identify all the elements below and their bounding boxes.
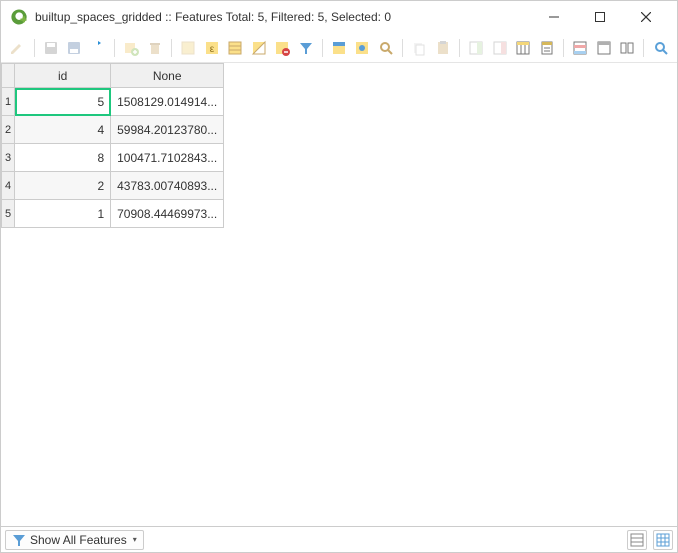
conditional-format-icon[interactable] xyxy=(570,37,591,59)
column-header-id[interactable]: id xyxy=(15,64,111,88)
row-number[interactable]: 1 xyxy=(2,88,15,116)
row-number[interactable]: 5 xyxy=(2,200,15,228)
filter-icon[interactable] xyxy=(295,37,316,59)
cell-id[interactable]: 8 xyxy=(15,144,111,172)
delete-selected-icon[interactable] xyxy=(144,37,165,59)
zoom-to-selected-icon[interactable] xyxy=(376,37,397,59)
corner-header[interactable] xyxy=(2,64,15,88)
window-controls xyxy=(531,2,669,32)
cell-id[interactable]: 2 xyxy=(15,172,111,200)
dock-icon[interactable] xyxy=(617,37,638,59)
row-number[interactable]: 3 xyxy=(2,144,15,172)
organize-columns-icon[interactable] xyxy=(513,37,534,59)
add-feature-icon[interactable] xyxy=(121,37,142,59)
attribute-table-window: builtup_spaces_gridded :: Features Total… xyxy=(0,0,678,553)
filter-mode-button[interactable]: Show All Features ▾ xyxy=(5,530,144,550)
new-column-icon[interactable] xyxy=(466,37,487,59)
zoom-icon[interactable] xyxy=(650,37,671,59)
toolbar-separator xyxy=(563,39,564,57)
table-row[interactable]: 151508129.014914... xyxy=(2,88,224,116)
select-expression-icon[interactable]: ε xyxy=(201,37,222,59)
filter-mode-label: Show All Features xyxy=(30,533,127,547)
select-all-icon[interactable] xyxy=(225,37,246,59)
toolbar-separator xyxy=(459,39,460,57)
pan-to-selected-icon[interactable] xyxy=(352,37,373,59)
minimize-button[interactable] xyxy=(531,2,577,32)
form-view-icon[interactable] xyxy=(627,530,647,550)
cell-id[interactable]: 1 xyxy=(15,200,111,228)
move-top-icon[interactable] xyxy=(329,37,350,59)
cell-value[interactable]: 70908.44469973... xyxy=(111,200,224,228)
statusbar: Show All Features ▾ xyxy=(1,526,677,552)
table-view-icon[interactable] xyxy=(653,530,673,550)
cell-id[interactable]: 5 xyxy=(15,88,111,116)
close-button[interactable] xyxy=(623,2,669,32)
table-area: id None 151508129.014914...2459984.20123… xyxy=(1,63,677,526)
cell-value[interactable]: 43783.00740893... xyxy=(111,172,224,200)
table-row[interactable]: 2459984.20123780... xyxy=(2,116,224,144)
dropdown-arrow-icon: ▾ xyxy=(133,535,137,544)
save-icon[interactable] xyxy=(64,37,85,59)
toolbar-separator xyxy=(114,39,115,57)
toolbar-separator xyxy=(171,39,172,57)
edit-pencil-icon[interactable] xyxy=(7,37,28,59)
toolbar-separator xyxy=(643,39,644,57)
table-row[interactable]: 5170908.44469973... xyxy=(2,200,224,228)
reload-icon[interactable] xyxy=(87,37,108,59)
toolbar: ε xyxy=(1,33,677,63)
cell-value[interactable]: 100471.7102843... xyxy=(111,144,224,172)
row-number[interactable]: 4 xyxy=(2,172,15,200)
cell-id[interactable]: 4 xyxy=(15,116,111,144)
window-title: builtup_spaces_gridded :: Features Total… xyxy=(35,10,531,24)
attribute-table[interactable]: id None 151508129.014914...2459984.20123… xyxy=(1,63,224,228)
cut-icon[interactable] xyxy=(178,37,199,59)
toolbar-separator xyxy=(322,39,323,57)
invert-selection-icon[interactable] xyxy=(248,37,269,59)
cell-value[interactable]: 59984.20123780... xyxy=(111,116,224,144)
actions-icon[interactable] xyxy=(593,37,614,59)
cell-value[interactable]: 1508129.014914... xyxy=(111,88,224,116)
deselect-all-icon[interactable] xyxy=(272,37,293,59)
svg-text:ε: ε xyxy=(209,44,214,55)
paste-rows-icon[interactable] xyxy=(433,37,454,59)
toolbar-separator xyxy=(402,39,403,57)
table-row[interactable]: 38100471.7102843... xyxy=(2,144,224,172)
row-number[interactable]: 2 xyxy=(2,116,15,144)
field-calculator-icon[interactable] xyxy=(537,37,558,59)
qgis-icon xyxy=(9,7,29,27)
copy-rows-icon[interactable] xyxy=(409,37,430,59)
maximize-button[interactable] xyxy=(577,2,623,32)
column-header-none[interactable]: None xyxy=(111,64,224,88)
table-row[interactable]: 4243783.00740893... xyxy=(2,172,224,200)
save-edits-icon[interactable] xyxy=(40,37,61,59)
titlebar: builtup_spaces_gridded :: Features Total… xyxy=(1,1,677,33)
delete-column-icon[interactable] xyxy=(490,37,511,59)
toolbar-separator xyxy=(34,39,35,57)
